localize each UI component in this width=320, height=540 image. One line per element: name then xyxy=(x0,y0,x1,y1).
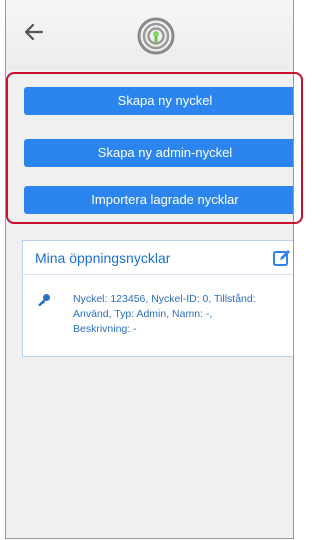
key-details[interactable]: Nyckel: 123456, Nyckel-ID: 0, Tillstånd:… xyxy=(73,292,263,337)
app-screen: Skapa ny nyckel Skapa ny admin-nyckel Im… xyxy=(5,0,294,539)
arrow-left-icon[interactable] xyxy=(22,20,46,44)
fingerprint-logo-icon xyxy=(137,17,175,55)
import-keys-button[interactable]: Importera lagrade nycklar xyxy=(24,186,293,214)
card-divider xyxy=(23,274,293,275)
create-admin-key-button[interactable]: Skapa ny admin-nyckel xyxy=(24,139,293,167)
edit-icon[interactable] xyxy=(273,249,291,267)
create-key-button[interactable]: Skapa ny nyckel xyxy=(24,87,293,115)
app-header xyxy=(6,0,293,70)
key-icon xyxy=(38,294,50,306)
card-title: Mina öppningsnycklar xyxy=(35,250,171,266)
opening-keys-card: Mina öppningsnycklar Nyckel: 123456, Nyc… xyxy=(22,240,293,357)
